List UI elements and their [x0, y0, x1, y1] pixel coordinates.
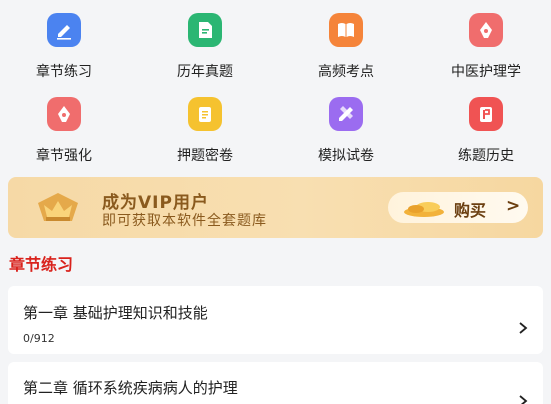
grid-item-label: 章节强化	[36, 148, 92, 164]
feature-grid: 章节练习 历年真题 高频考点 中医护理学 章节强化 押题密卷 模拟试卷 练题历史	[0, 0, 551, 172]
vip-banner[interactable]: 成为VIP用户 即可获取本软件全套题库 购买 >	[8, 177, 543, 238]
book-icon	[329, 13, 363, 47]
chevron-right-icon	[519, 322, 528, 334]
edit-icon	[47, 13, 81, 47]
chapter-card[interactable]: 第二章 循环系统疾病病人的护理	[8, 362, 543, 404]
section-title: 章节练习	[9, 255, 74, 274]
pen-nib-icon	[47, 97, 81, 131]
chevron-right-icon: >	[506, 196, 521, 216]
grid-item-tcm-nursing[interactable]: 中医护理学	[431, 13, 541, 97]
chapter-card[interactable]: 第一章 基础护理知识和技能 0/912	[8, 286, 543, 354]
grid-item-chapter-reinforce[interactable]: 章节强化	[9, 97, 119, 181]
grid-item-label: 练题历史	[458, 148, 514, 164]
grid-item-label: 模拟试卷	[318, 148, 374, 164]
grid-item-label: 押题密卷	[177, 148, 233, 164]
chapter-name: 第一章 基础护理知识和技能	[23, 304, 208, 322]
chapter-name: 第二章 循环系统疾病病人的护理	[23, 379, 238, 397]
grid-item-practice-history[interactable]: 练题历史	[431, 97, 541, 181]
pen-nib-icon	[469, 13, 503, 47]
coins-icon	[404, 202, 444, 217]
chapter-progress: 0/912	[23, 332, 55, 345]
grid-item-key-points[interactable]: 高频考点	[291, 13, 401, 97]
history-card-icon	[469, 97, 503, 131]
grid-item-past-exams[interactable]: 历年真题	[150, 13, 260, 97]
vip-crown-icon	[38, 193, 78, 221]
scroll-icon	[188, 97, 222, 131]
pencil-ruler-icon	[329, 97, 363, 131]
buy-button-label: 购买	[454, 201, 487, 220]
grid-item-label: 中医护理学	[451, 64, 521, 80]
grid-item-secret-papers[interactable]: 押题密卷	[150, 97, 260, 181]
grid-item-label: 章节练习	[36, 64, 92, 80]
buy-button[interactable]: 购买 >	[388, 192, 528, 223]
grid-item-label: 高频考点	[318, 64, 374, 80]
grid-item-label: 历年真题	[177, 64, 233, 80]
grid-item-chapter-practice[interactable]: 章节练习	[9, 13, 119, 97]
document-icon	[188, 13, 222, 47]
chevron-right-icon	[519, 395, 528, 404]
vip-subtitle: 即可获取本软件全套题库	[102, 213, 267, 229]
grid-item-mock-exam[interactable]: 模拟试卷	[291, 97, 401, 181]
